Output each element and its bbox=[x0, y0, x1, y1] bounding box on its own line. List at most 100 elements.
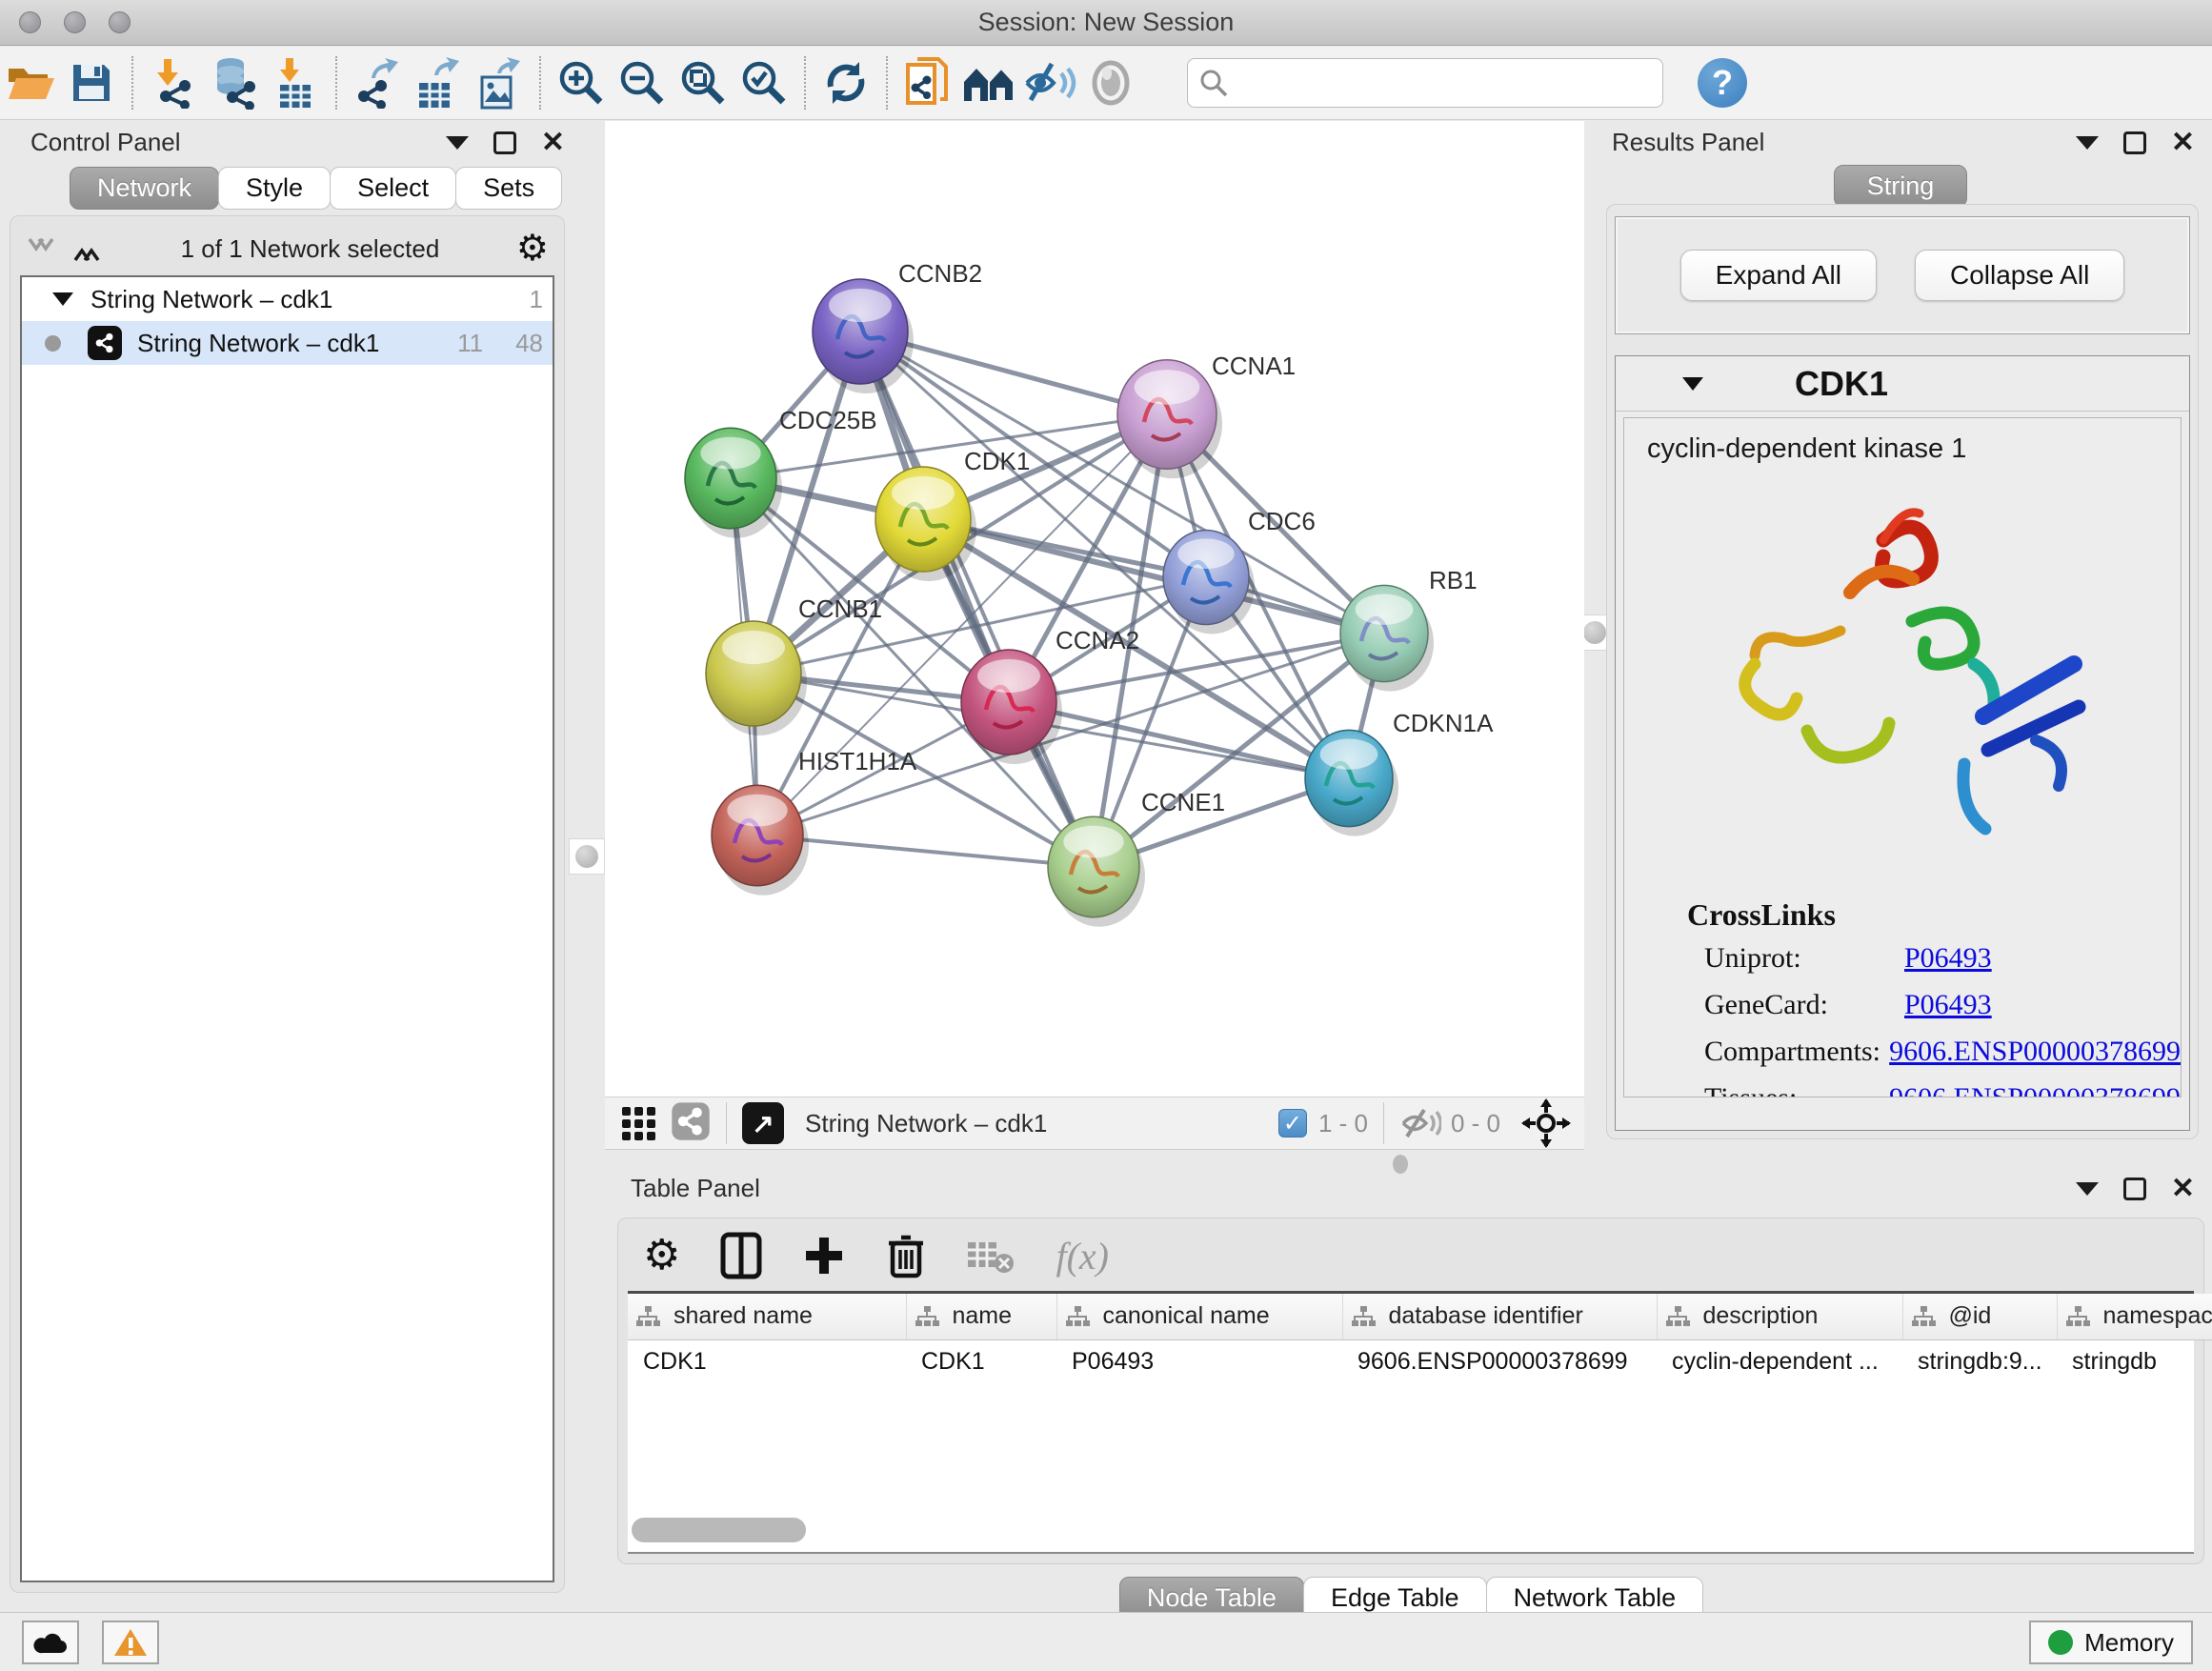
open-session-button[interactable] bbox=[0, 52, 61, 113]
collapse-all-icon[interactable] bbox=[26, 234, 58, 263]
help-button[interactable]: ? bbox=[1698, 58, 1747, 108]
cloud-status-button[interactable] bbox=[22, 1621, 79, 1664]
panel-collapse-icon[interactable] bbox=[446, 136, 469, 150]
open-in-window-icon[interactable]: ↗ bbox=[742, 1102, 784, 1144]
crosslink-link[interactable]: P06493 bbox=[1904, 942, 1992, 975]
expand-all-icon[interactable] bbox=[71, 234, 104, 263]
table-column-header[interactable]: shared name bbox=[628, 1294, 906, 1339]
network-node[interactable]: CDKN1A bbox=[1305, 709, 1494, 836]
clone-network-button[interactable] bbox=[897, 52, 958, 113]
gear-icon[interactable]: ⚙ bbox=[516, 231, 549, 267]
refresh-button[interactable] bbox=[815, 52, 876, 113]
show-columns-icon[interactable] bbox=[720, 1232, 762, 1279]
network-node[interactable]: CCNA1 bbox=[1117, 352, 1296, 478]
panel-close-icon[interactable]: ✕ bbox=[541, 131, 565, 154]
birdseye-crosshair-icon[interactable] bbox=[1521, 1098, 1571, 1148]
export-image-button[interactable] bbox=[469, 52, 530, 113]
grid-view-icon[interactable] bbox=[622, 1107, 655, 1140]
section-expand-icon[interactable] bbox=[1682, 377, 1703, 391]
network-node[interactable]: HIST1H1A bbox=[712, 747, 917, 896]
crosslink-link[interactable]: P06493 bbox=[1904, 989, 1992, 1021]
collapse-all-button[interactable]: Collapse All bbox=[1915, 250, 2124, 301]
search-icon bbox=[1199, 69, 1228, 97]
delete-column-icon[interactable] bbox=[886, 1232, 926, 1279]
first-neighbors-button[interactable] bbox=[958, 52, 1019, 113]
table-row[interactable]: CDK1CDK1P064939606.ENSP00000378699cyclin… bbox=[628, 1339, 2212, 1383]
table-cell[interactable]: stringdb:9... bbox=[1902, 1339, 2057, 1383]
left-splitter-handle[interactable] bbox=[569, 838, 605, 875]
tab-style[interactable]: Style bbox=[218, 167, 331, 210]
database-import-icon bbox=[208, 56, 261, 110]
expand-all-button[interactable]: Expand All bbox=[1680, 250, 1877, 301]
zoom-in-button[interactable] bbox=[551, 52, 612, 113]
tab-select[interactable]: Select bbox=[330, 167, 456, 210]
table-cell[interactable]: stringdb bbox=[2057, 1339, 2212, 1383]
network-row-selected[interactable]: String Network – cdk1 11 48 bbox=[22, 321, 553, 365]
table-cell[interactable]: 9606.ENSP00000378699 bbox=[1342, 1339, 1657, 1383]
node-description: cyclin-dependent kinase 1 bbox=[1624, 418, 2181, 465]
crosslink-link[interactable]: 9606.ENSP00000378699 bbox=[1889, 1036, 2181, 1068]
node-label: HIST1H1A bbox=[798, 747, 917, 775]
tab-sets[interactable]: Sets bbox=[455, 167, 562, 210]
table-horizontal-scrollbar[interactable] bbox=[632, 1518, 2198, 1546]
table-column-header[interactable]: database identifier bbox=[1342, 1294, 1657, 1339]
network-node[interactable]: CCNE1 bbox=[1048, 788, 1225, 927]
table-column-header[interactable]: name bbox=[906, 1294, 1056, 1339]
network-view-canvas[interactable]: CCNB2CCNA1CDC25BCDK1CDC6RB1CCNB1CCNA2CDK… bbox=[605, 121, 1584, 1097]
export-table-button[interactable] bbox=[408, 52, 469, 113]
table-column-header[interactable]: @id bbox=[1902, 1294, 2057, 1339]
zoom-selected-button[interactable] bbox=[734, 52, 794, 113]
crosslink-link[interactable]: 9606.ENSP00000378699 bbox=[1889, 1082, 2181, 1097]
tab-network[interactable]: Network bbox=[70, 167, 219, 210]
network-edge[interactable] bbox=[923, 519, 1384, 634]
column-label: database identifier bbox=[1389, 1302, 1583, 1330]
table-cell[interactable]: P06493 bbox=[1056, 1339, 1342, 1383]
network-node[interactable]: CCNB2 bbox=[813, 259, 982, 393]
table-cell[interactable]: CDK1 bbox=[906, 1339, 1056, 1383]
delete-table-icon bbox=[966, 1237, 1016, 1275]
panel-collapse-icon[interactable] bbox=[2076, 136, 2099, 150]
panel-float-icon[interactable] bbox=[2123, 1178, 2146, 1200]
table-column-header[interactable]: canonical name bbox=[1056, 1294, 1342, 1339]
show-all-button[interactable] bbox=[1080, 52, 1141, 113]
hide-selected-button[interactable] bbox=[1019, 52, 1080, 113]
add-column-icon[interactable] bbox=[802, 1234, 846, 1278]
table-cell[interactable]: cyclin-dependent ... bbox=[1657, 1339, 1902, 1383]
control-panel-tabs: Network Style Select Sets bbox=[70, 167, 565, 210]
network-node[interactable]: RB1 bbox=[1340, 566, 1478, 692]
node-label: CCNB2 bbox=[898, 259, 982, 288]
panel-collapse-icon[interactable] bbox=[2076, 1182, 2099, 1196]
panel-float-icon[interactable] bbox=[2123, 131, 2146, 154]
export-network-button[interactable] bbox=[347, 52, 408, 113]
table-settings-gear-icon[interactable]: ⚙ bbox=[643, 1238, 680, 1274]
import-table-button[interactable] bbox=[265, 52, 326, 113]
warnings-button[interactable] bbox=[102, 1621, 159, 1664]
zoom-fit-button[interactable] bbox=[673, 52, 734, 113]
panel-float-icon[interactable] bbox=[493, 131, 516, 154]
save-session-button[interactable] bbox=[61, 52, 122, 113]
network-node[interactable]: CCNB1 bbox=[706, 594, 882, 735]
selected-checkbox-icon[interactable]: ✓ bbox=[1278, 1109, 1307, 1137]
collection-expand-icon[interactable] bbox=[52, 292, 73, 306]
node-details-header[interactable]: CDK1 bbox=[1616, 356, 2189, 412]
toolbar-search[interactable] bbox=[1187, 58, 1663, 108]
search-input[interactable] bbox=[1237, 69, 1647, 98]
panel-close-icon[interactable]: ✕ bbox=[2171, 131, 2195, 154]
save-icon bbox=[70, 61, 113, 105]
network-graph[interactable]: CCNB2CCNA1CDC25BCDK1CDC6RB1CCNB1CCNA2CDK… bbox=[605, 121, 1584, 1097]
table-column-header[interactable]: description bbox=[1657, 1294, 1902, 1339]
network-collection-row[interactable]: String Network – cdk1 1 bbox=[22, 277, 553, 321]
network-node[interactable]: CDC6 bbox=[1163, 507, 1316, 634]
table-cell[interactable]: CDK1 bbox=[628, 1339, 906, 1383]
memory-button[interactable]: Memory bbox=[2029, 1621, 2193, 1664]
hidden-eye-slash-icon bbox=[1399, 1106, 1441, 1140]
string-share-icon[interactable] bbox=[671, 1101, 711, 1146]
zoom-out-button[interactable] bbox=[612, 52, 673, 113]
tab-string[interactable]: String bbox=[1834, 165, 1967, 208]
panel-close-icon[interactable]: ✕ bbox=[2171, 1178, 2195, 1200]
table-column-header[interactable]: namespac bbox=[2057, 1294, 2212, 1339]
bottom-splitter-handle[interactable] bbox=[1393, 1155, 1408, 1174]
import-network-file-button[interactable] bbox=[143, 52, 204, 113]
import-network-database-button[interactable] bbox=[204, 52, 265, 113]
crosslink-row: Compartments:9606.ENSP00000378699 bbox=[1687, 1036, 2181, 1068]
